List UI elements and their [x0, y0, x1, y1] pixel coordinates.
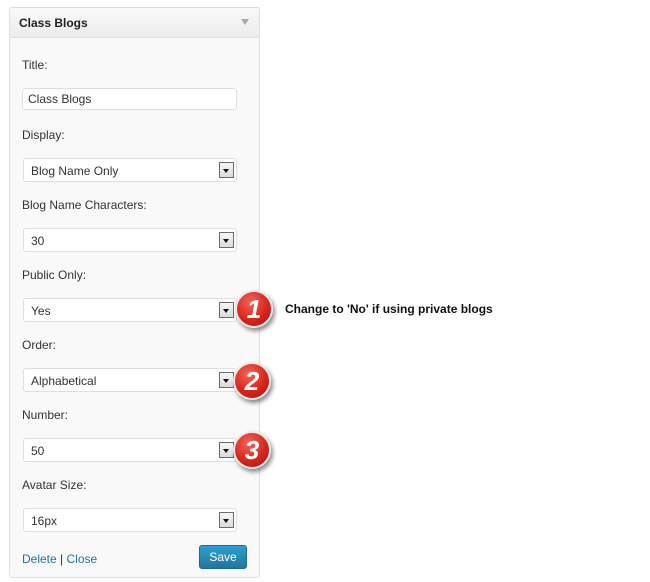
- avatar-size-label: Avatar Size:: [22, 478, 87, 492]
- public-only-select-value: Yes: [31, 304, 51, 318]
- delete-link[interactable]: Delete: [22, 552, 57, 566]
- chevron-down-icon[interactable]: [219, 512, 234, 528]
- widget-title: Class Blogs: [19, 16, 88, 30]
- step-3-badge: 3: [233, 431, 271, 469]
- display-select-value: Blog Name Only: [31, 164, 119, 178]
- step-2-badge: 2: [233, 362, 271, 400]
- blog-name-characters-select-value: 30: [31, 234, 45, 248]
- collapse-arrow-icon[interactable]: [241, 19, 249, 25]
- order-select[interactable]: Alphabetical: [23, 368, 237, 392]
- avatar-size-select[interactable]: 16px: [23, 508, 237, 532]
- chevron-down-icon[interactable]: [219, 232, 234, 248]
- chevron-down-icon[interactable]: [219, 372, 234, 388]
- chevron-down-icon[interactable]: [219, 162, 234, 178]
- avatar-size-select-value: 16px: [31, 514, 58, 528]
- chevron-down-icon[interactable]: [219, 302, 234, 318]
- link-separator: |: [56, 552, 67, 566]
- title-input[interactable]: [22, 88, 237, 110]
- annotation-note: Change to 'No' if using private blogs: [285, 302, 493, 316]
- number-select[interactable]: 50: [23, 438, 237, 462]
- blog-name-characters-select[interactable]: 30: [23, 228, 237, 252]
- order-select-value: Alphabetical: [31, 374, 97, 388]
- blog-name-characters-label: Blog Name Characters:: [22, 198, 147, 212]
- chevron-down-icon[interactable]: [219, 442, 234, 458]
- save-button[interactable]: Save: [199, 545, 247, 569]
- number-select-value: 50: [31, 444, 45, 458]
- display-label: Display:: [22, 128, 65, 142]
- number-label: Number:: [22, 408, 69, 422]
- display-select[interactable]: Blog Name Only: [23, 158, 237, 182]
- footer-links: Delete | Close: [22, 552, 97, 566]
- public-only-label: Public Only:: [22, 268, 87, 282]
- widget-header[interactable]: Class Blogs: [10, 8, 259, 38]
- public-only-select[interactable]: Yes: [23, 298, 237, 322]
- title-label: Title:: [22, 58, 48, 72]
- close-link[interactable]: Close: [66, 552, 97, 566]
- step-1-badge: 1: [235, 290, 273, 328]
- order-label: Order:: [22, 338, 57, 352]
